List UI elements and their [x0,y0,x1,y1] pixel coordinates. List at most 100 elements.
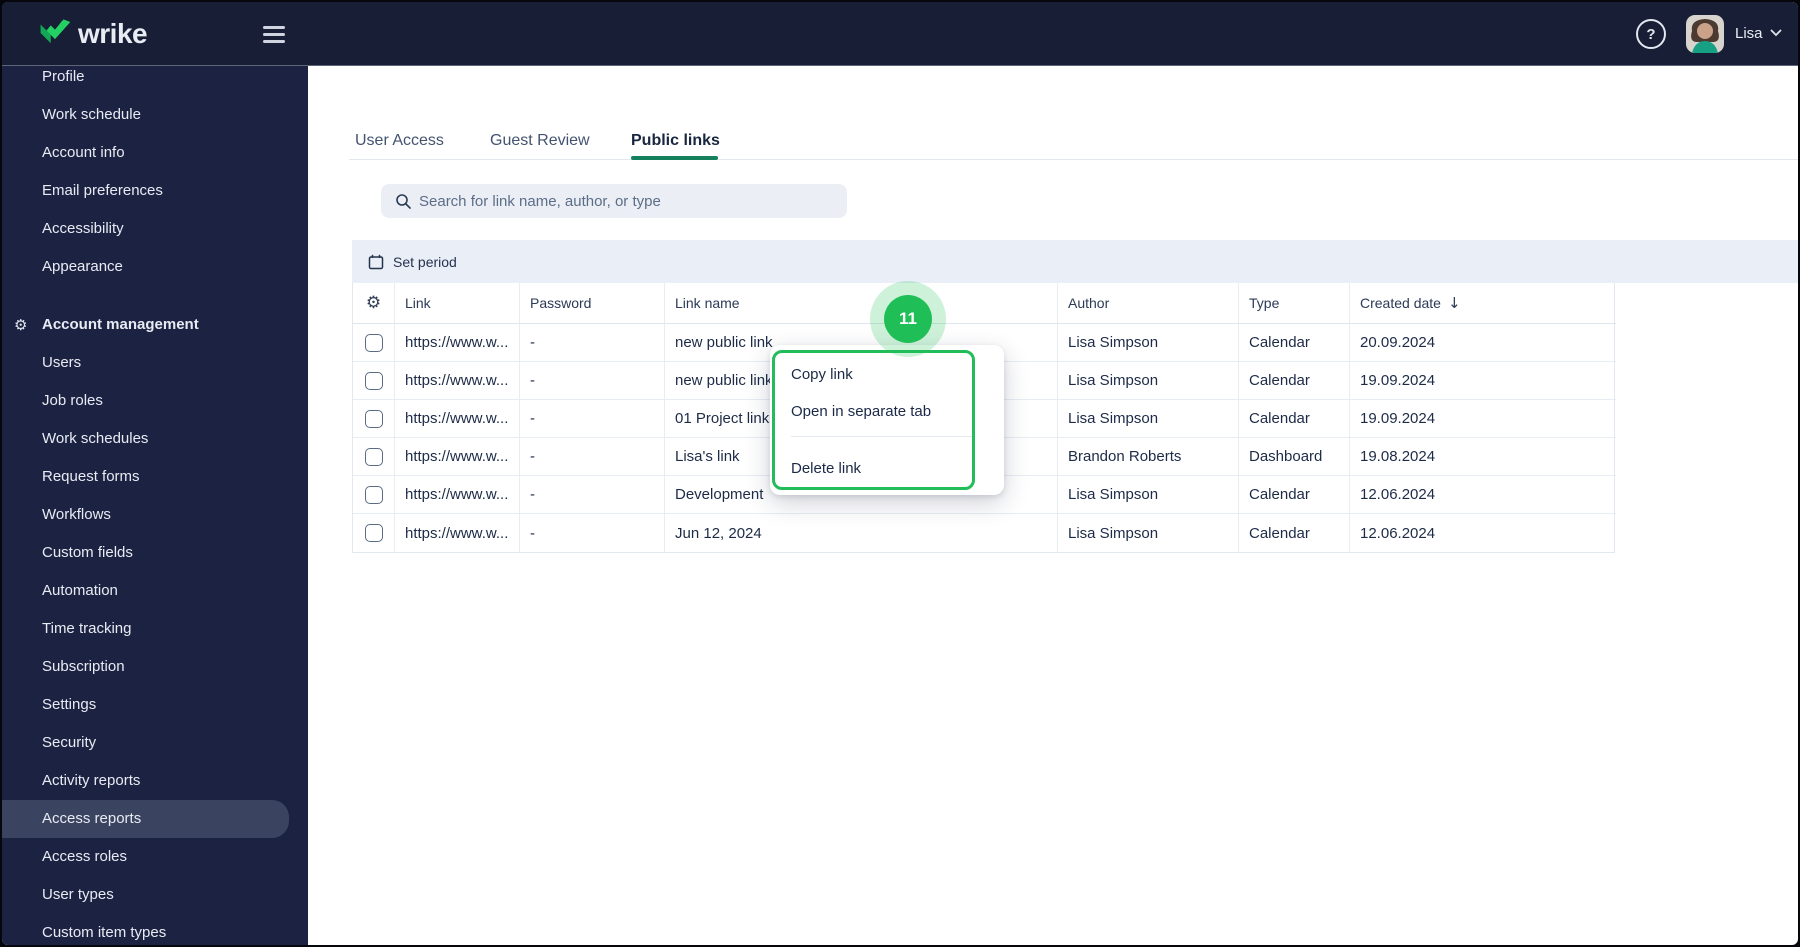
row-checkbox[interactable] [364,524,383,542]
cell-type: Calendar [1239,476,1350,514]
active-tab-underline [631,156,718,160]
wrike-logo-text[interactable]: wrike [78,16,148,52]
set-period-button[interactable]: Set period [368,240,457,283]
calendar-icon [368,254,384,269]
sidebar-item-appearance[interactable]: Appearance [2,248,308,286]
search-box[interactable] [381,184,847,218]
cell-created-date: 19.08.2024 [1350,438,1616,476]
set-period-label: Set period [393,253,457,270]
tabs-divider [349,159,1798,160]
cell-author: Lisa Simpson [1058,476,1239,514]
cell-type: Calendar [1239,324,1350,362]
sidebar-item-access-roles[interactable]: Access roles [2,838,308,876]
cell-author: Brandon Roberts [1058,438,1239,476]
sidebar-item-account-management[interactable]: ⚙ Account management [2,306,308,344]
column-header-created-label: Created date [1360,295,1441,311]
sidebar-item-work-schedule[interactable]: Work schedule [2,96,308,134]
gear-icon: ⚙ [14,316,28,334]
search-input[interactable] [417,184,837,218]
table-row: https://www.w... - Jun 12, 2024 Lisa Sim… [353,514,1614,552]
table-toolbar: Set period [352,240,1798,283]
column-header-link-name[interactable]: Link name [665,283,1058,324]
cell-created-date: 12.06.2024 [1350,476,1616,514]
tab-user-access[interactable]: User Access [355,122,444,160]
sidebar-item-request-forms[interactable]: Request forms [2,458,308,496]
gear-icon: ⚙ [365,293,382,313]
sidebar-item-label: Account management [42,316,199,333]
cell-type: Calendar [1239,514,1350,552]
cell-link[interactable]: https://www.w... [395,476,520,514]
sidebar-item-accessibility[interactable]: Accessibility [2,210,308,248]
menu-item-copy-link[interactable]: Copy link [791,362,853,388]
menu-separator [791,436,973,437]
column-header-created-date[interactable]: Created date ↓ [1350,283,1616,324]
cell-created-date: 19.09.2024 [1350,400,1616,438]
cell-author: Lisa Simpson [1058,514,1239,552]
column-header-password[interactable]: Password [520,283,665,324]
sidebar-item-security[interactable]: Security [2,724,308,762]
wrike-logo-icon [40,19,71,44]
sidebar-item-user-types[interactable]: User types [2,876,308,914]
sidebar-item-automation[interactable]: Automation [2,572,308,610]
menu-item-open-in-separate-tab[interactable]: Open in separate tab [791,399,931,425]
user-name[interactable]: Lisa [1735,24,1763,44]
search-icon [396,194,411,209]
cell-author: Lisa Simpson [1058,362,1239,400]
sidebar-item-account-info[interactable]: Account info [2,134,308,172]
context-menu: Copy link Open in separate tab Delete li… [770,345,1004,495]
column-settings[interactable]: ⚙ [353,283,395,324]
cell-password: - [520,438,665,476]
help-icon[interactable]: ? [1636,19,1666,49]
sidebar-item-time-tracking[interactable]: Time tracking [2,610,308,648]
sidebar-item-workflows[interactable]: Workflows [2,496,308,534]
cell-link[interactable]: https://www.w... [395,362,520,400]
column-header-type[interactable]: Type [1239,283,1350,324]
tab-guest-review[interactable]: Guest Review [490,122,590,160]
cell-link[interactable]: https://www.w... [395,438,520,476]
cell-created-date: 19.09.2024 [1350,362,1616,400]
column-header-author[interactable]: Author [1058,283,1239,324]
tab-public-links[interactable]: Public links [631,122,720,160]
sidebar-item-job-roles[interactable]: Job roles [2,382,308,420]
row-checkbox[interactable] [364,371,383,390]
cell-password: - [520,324,665,362]
row-checkbox[interactable] [364,485,383,504]
topbar: wrike ? Lisa [2,2,1798,66]
table-header-row: ⚙ Link Password Link name Author Type Cr… [353,283,1616,324]
cell-link[interactable]: https://www.w... [395,514,520,552]
menu-item-delete-link[interactable]: Delete link [791,456,861,482]
hamburger-menu-icon[interactable] [263,24,285,44]
cell-author: Lisa Simpson [1058,324,1239,362]
sidebar-item-access-reports[interactable]: Access reports [2,800,289,838]
cell-password: - [520,400,665,438]
cell-link[interactable]: https://www.w... [395,324,520,362]
sidebar-item-work-schedules[interactable]: Work schedules [2,420,308,458]
step-badge-halo: 11 [870,281,946,357]
cell-type: Dashboard [1239,438,1350,476]
cell-link[interactable]: https://www.w... [395,400,520,438]
row-checkbox[interactable] [364,409,383,428]
row-checkbox[interactable] [364,333,383,352]
cell-created-date: 12.06.2024 [1360,524,1436,542]
sidebar-item-custom-fields[interactable]: Custom fields [2,534,308,572]
chevron-down-icon[interactable] [1770,29,1782,37]
cell-password: - [520,476,665,514]
cell-type: Calendar [1239,400,1350,438]
column-header-link[interactable]: Link [395,283,520,324]
sidebar-item-settings[interactable]: Settings [2,686,308,724]
cell-password: - [520,362,665,400]
cell-type: Calendar [1239,362,1350,400]
sidebar-item-users[interactable]: Users [2,344,308,382]
sidebar-item-subscription[interactable]: Subscription [2,648,308,686]
app-window: Profile Work schedule Account info Email… [0,0,1800,947]
cell-author: Lisa Simpson [1058,400,1239,438]
sidebar-item-activity-reports[interactable]: Activity reports [2,762,308,800]
cell-link-name[interactable]: Jun 12, 2024 [665,514,1058,552]
sidebar: Profile Work schedule Account info Email… [2,2,308,945]
sidebar-item-custom-item-types[interactable]: Custom item types [2,914,308,945]
row-checkbox[interactable] [364,447,383,466]
sort-descending-icon[interactable]: ↓ [1448,294,1461,312]
cell-password: - [520,514,665,552]
avatar[interactable] [1686,15,1724,53]
sidebar-item-email-preferences[interactable]: Email preferences [2,172,308,210]
